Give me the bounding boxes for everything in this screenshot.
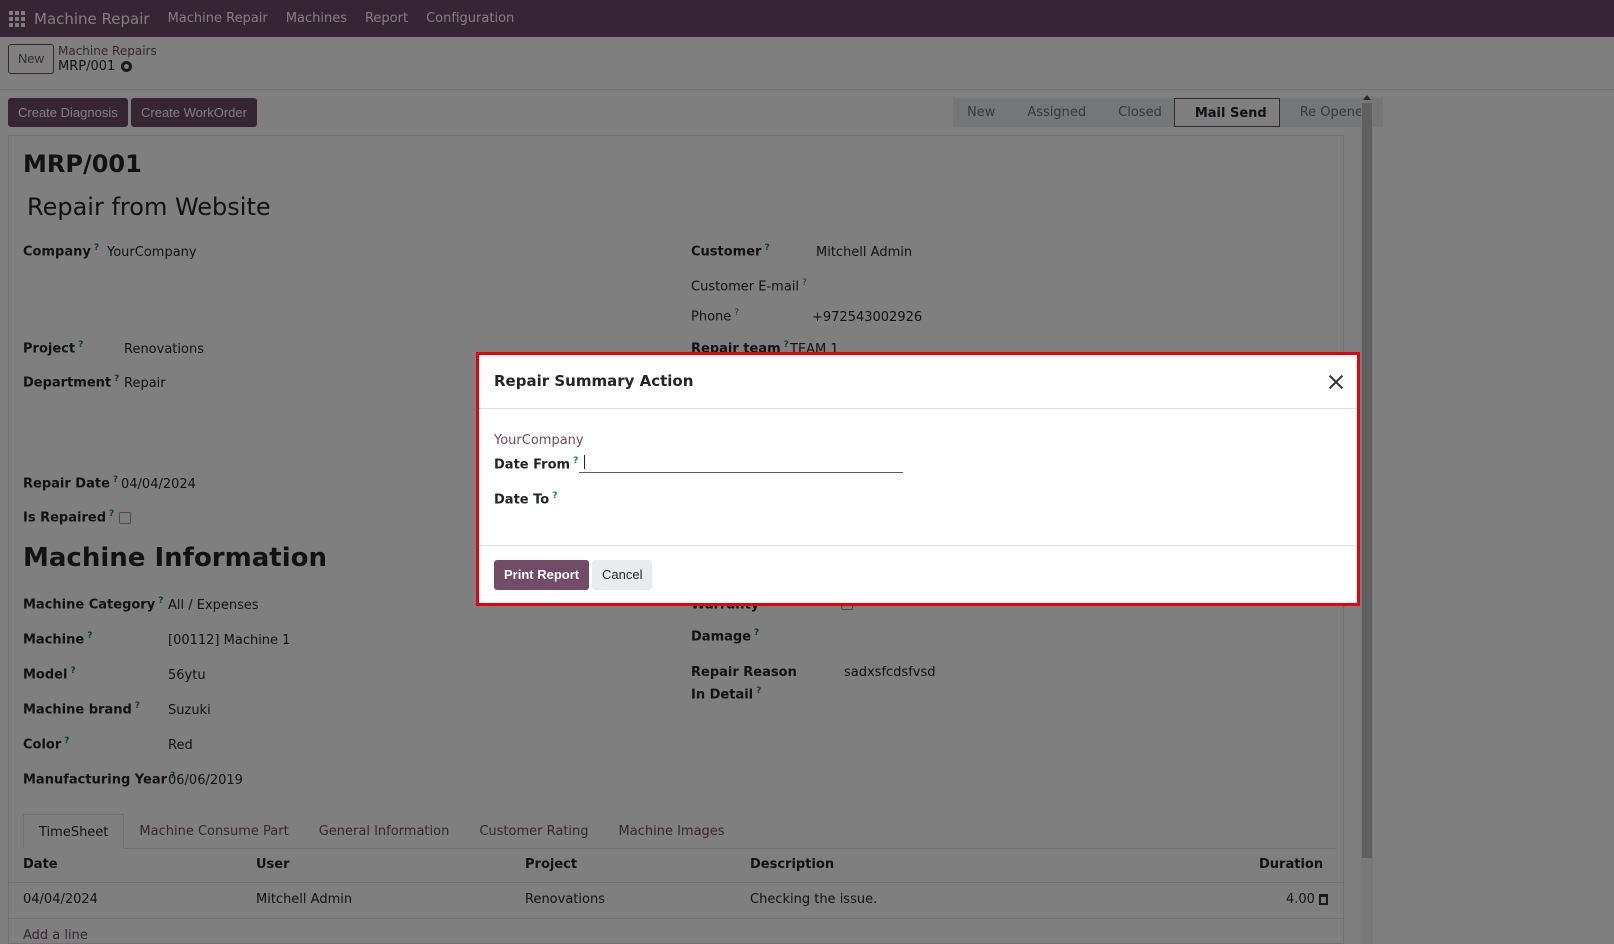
date-from-input[interactable]	[579, 451, 903, 473]
print-report-button[interactable]: Print Report	[494, 560, 590, 590]
help-icon: ?	[573, 456, 579, 466]
close-icon[interactable]	[1329, 375, 1343, 389]
dialog-company: YourCompany	[494, 433, 584, 448]
date-to-label-text: Date To	[494, 492, 550, 508]
date-to-label: Date To?	[494, 491, 557, 507]
dialog-footer: Print Report Cancel	[479, 545, 1357, 603]
cancel-button[interactable]: Cancel	[592, 560, 653, 590]
dialog-title: Repair Summary Action	[494, 372, 694, 390]
date-from-label: Date From?	[494, 456, 578, 472]
help-icon: ?	[552, 491, 558, 501]
dialog-header: Repair Summary Action	[479, 355, 1357, 409]
date-from-label-text: Date From	[494, 457, 571, 473]
text-caret	[584, 455, 585, 469]
repair-summary-dialog: Repair Summary Action YourCompany Date F…	[476, 352, 1360, 606]
